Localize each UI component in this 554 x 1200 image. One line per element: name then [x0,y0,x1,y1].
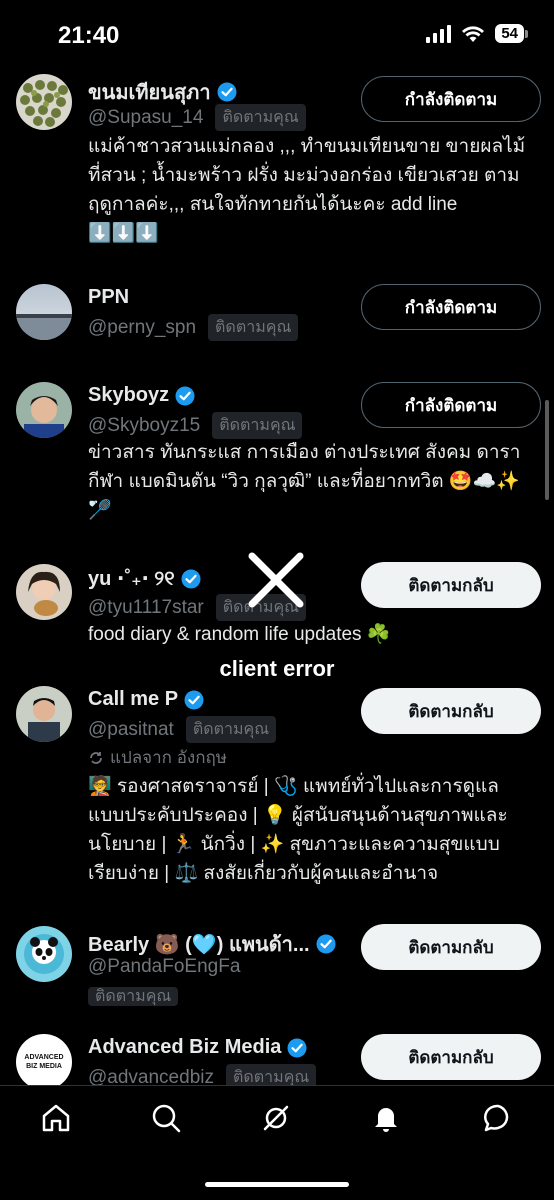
avatar[interactable] [16,284,72,340]
avatar-logo: ADVANCED BIZ MEDIA [24,1054,64,1070]
tab-home[interactable] [36,1098,76,1138]
followers-list[interactable]: ขนมเทียนสุภา @Supasu_14 ติดตามคุณ กำลังต… [0,70,554,1085]
avatar[interactable] [16,686,72,742]
follow-back-button[interactable]: ติดตามกลับ [361,688,541,734]
following-button[interactable]: กำลังติดตาม [361,382,541,428]
display-name[interactable]: Skyboyz [88,384,169,407]
following-button[interactable]: กำลังติดตาม [361,284,541,330]
grok-icon [263,1105,289,1131]
display-name[interactable]: PPN [88,286,129,309]
follows-you-badge: ติดตามคุณ [225,1064,317,1085]
notifications-icon [375,1108,397,1132]
battery-indicator: 54 [495,24,528,43]
follows-you-badge: ติดตามคุณ [88,987,179,1006]
home-indicator [205,1182,349,1187]
avatar[interactable] [16,74,72,130]
bio: แม่ค้าชาวสวนแม่กลอง ,,, ทำขนมเทียนขาย ขา… [88,136,526,244]
follows-you-badge: ติดตามคุณ [215,594,307,621]
avatar[interactable] [16,564,72,620]
messages-icon [483,1104,509,1132]
tab-grok[interactable] [256,1098,296,1138]
verified-badge-icon [184,690,204,709]
follow-back-button[interactable]: ติดตามกลับ [361,924,541,970]
bottom-tab-bar [0,1085,554,1200]
username: @pasitnat [88,718,174,740]
tab-search[interactable] [146,1098,186,1138]
verified-badge-icon [287,1038,307,1057]
home-icon [42,1104,70,1132]
translate-icon [90,751,102,764]
translated-label[interactable]: แปลจาก อังกฤษ [88,744,227,771]
status-time: 21:40 [58,22,120,49]
display-name[interactable]: Advanced Biz Media [88,1036,281,1059]
tab-messages[interactable] [478,1098,518,1138]
translated-text: แปลจาก อังกฤษ [110,748,227,767]
username: @Supasu_14 [88,106,204,128]
verified-badge-icon [316,934,336,954]
verified-badge-icon [175,386,195,405]
following-button[interactable]: กำลังติดตาม [361,76,541,122]
username: @advancedbiz [88,1066,214,1086]
follow-back-button[interactable]: ติดตามกลับ [361,1034,541,1080]
avatar[interactable]: ADVANCED BIZ MEDIA [16,1034,72,1085]
follows-you-badge: ติดตามคุณ [212,412,303,439]
tab-notifications[interactable] [366,1098,406,1138]
wifi-icon [462,25,485,42]
display-name[interactable]: Call me P [88,688,178,711]
username: @PandaFoEngFa [88,956,241,977]
bio: food diary & random life updates ☘️ [88,624,391,645]
avatar[interactable] [16,926,72,982]
status-bar: 21:40 54 [0,0,554,70]
avatar[interactable] [16,382,72,438]
cellular-signal-icon [426,24,452,43]
search-icon [152,1104,181,1133]
scrollbar[interactable] [545,400,549,500]
follow-back-button[interactable]: ติดตามกลับ [361,562,541,608]
status-icons: 54 [426,24,528,43]
follows-you-badge: ติดตามคุณ [208,314,299,341]
display-name[interactable]: yu ⋅˚₊‧ ୨୧ [88,566,175,591]
bio: ข่าวสาร ทันกระแส การเมือง ต่างประเทศ สัง… [88,442,521,521]
verified-badge-icon [181,569,201,588]
username: @Skyboyz15 [88,414,201,436]
follows-you-badge: ติดตามคุณ [215,104,306,131]
verified-badge-icon [217,82,237,102]
bio: 🧑‍🏫 รองศาสตราจารย์ | 🩺 แพทย์ทั่วไปและการ… [88,776,508,884]
username: @tyu1117star [88,596,204,618]
follows-you-badge: ติดตามคุณ [185,716,277,743]
username: @perny_spn [88,316,197,338]
